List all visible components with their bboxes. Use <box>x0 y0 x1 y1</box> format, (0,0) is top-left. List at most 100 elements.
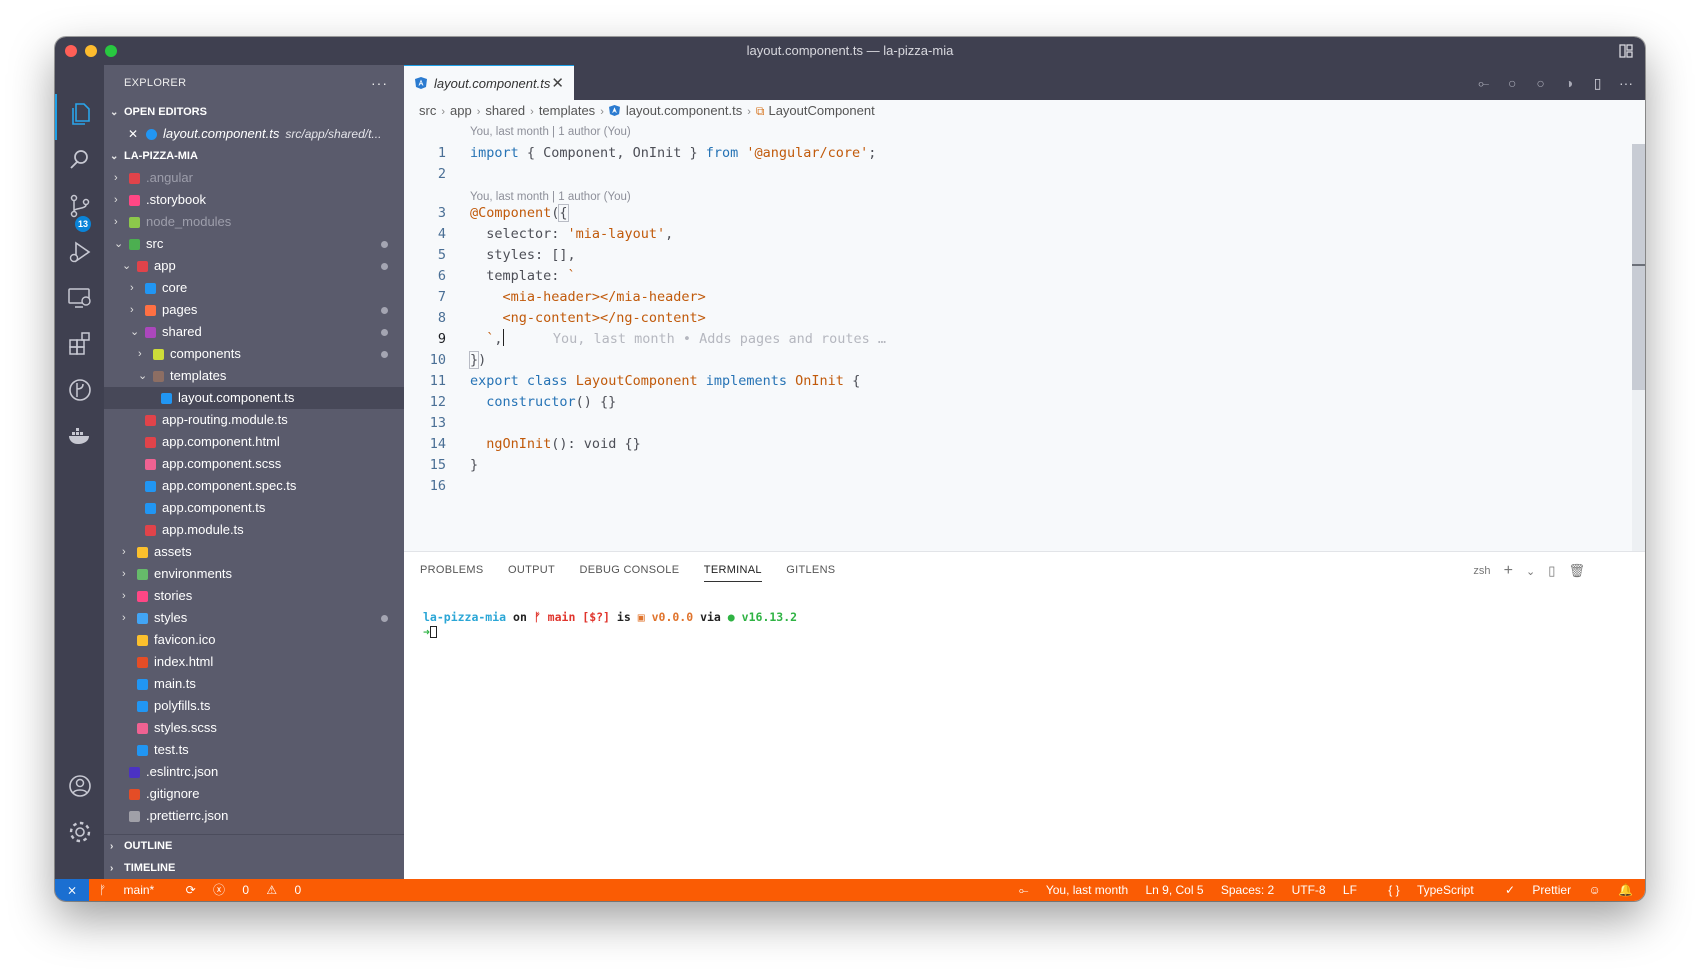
folder-item[interactable]: › environments <box>104 563 404 585</box>
breadcrumb-src[interactable]: src <box>419 103 436 118</box>
file-item[interactable]: polyfills.ts <box>104 695 404 717</box>
branch-status[interactable]: ᚠ main* <box>99 883 168 897</box>
close-icon[interactable]: ✕ <box>128 123 138 145</box>
open-editor-item[interactable]: ✕ layout.component.ts src/app/shared/t... <box>104 123 404 145</box>
inline-blame[interactable]: You, last month • Adds pages and routes … <box>553 331 886 347</box>
blame-status[interactable]: ⟜ You, last month <box>1005 883 1128 897</box>
file-item[interactable]: main.ts <box>104 673 404 695</box>
code-editor[interactable]: You, last month | 1 author (You) 1 import… <box>404 122 1631 497</box>
folder-item[interactable]: › styles <box>104 607 404 629</box>
docker-icon[interactable] <box>67 423 93 449</box>
terminal-output[interactable]: la-pizza-mia on ᚠ main [$?] is ▣ v0.0.0 … <box>423 610 797 640</box>
scrollbar-thumb[interactable] <box>1632 144 1645 390</box>
folder-item[interactable]: › components <box>104 343 404 365</box>
trash-icon[interactable]: 🗑 <box>1568 563 1585 579</box>
file-item[interactable]: layout.component.ts <box>104 387 404 409</box>
remote-indicator-icon[interactable]: ⨯ <box>55 879 89 901</box>
editor-scrollbar[interactable] <box>1632 144 1645 551</box>
breadcrumb-symbol[interactable]: LayoutComponent <box>768 103 874 118</box>
split-editor-icon[interactable]: ▯ <box>1589 74 1607 92</box>
source-control-icon[interactable] <box>67 193 93 219</box>
tree-item-label: .angular <box>146 170 193 185</box>
explorer-icon[interactable] <box>67 101 93 127</box>
tree-item-label: app.component.scss <box>162 456 282 471</box>
sync-icon[interactable]: ⟳ <box>186 883 196 897</box>
file-item[interactable]: app.module.ts <box>104 519 404 541</box>
folder-item[interactable]: › .storybook <box>104 189 404 211</box>
tab-layout-component[interactable]: layout.component.ts ✕ <box>404 65 574 100</box>
indentation-status[interactable]: Spaces: 2 <box>1221 883 1274 897</box>
close-tab-icon[interactable]: ✕ <box>551 66 564 101</box>
status-bar: ⨯ ᚠ main* ⟳ ⓧ 0 ⚠ 0 ⟜ You, last month Ln… <box>55 879 1645 901</box>
folder-item[interactable]: › stories <box>104 585 404 607</box>
notifications-bell-icon[interactable]: 🔔 <box>1618 883 1633 897</box>
gitlens-icon[interactable] <box>67 377 93 403</box>
tab-gitlens[interactable]: GITLENS <box>786 552 835 588</box>
project-section[interactable]: ⌄ LA-PIZZA-MIA <box>104 145 404 167</box>
eol-status[interactable]: LF <box>1343 883 1357 897</box>
accounts-icon[interactable] <box>67 773 93 799</box>
folder-item[interactable]: › .angular <box>104 167 404 189</box>
file-item[interactable]: index.html <box>104 651 404 673</box>
more-actions-icon[interactable]: ··· <box>371 65 388 101</box>
tab-output[interactable]: OUTPUT <box>508 552 555 588</box>
open-editors-section[interactable]: ⌄ OPEN EDITORS <box>104 101 404 123</box>
extensions-icon[interactable] <box>67 331 93 357</box>
problems-status[interactable]: ⓧ 0 ⚠ 0 <box>213 883 315 897</box>
file-item[interactable]: .eslintrc.json <box>104 761 404 783</box>
folder-item[interactable]: › pages <box>104 299 404 321</box>
minimize-window-button[interactable] <box>85 45 97 57</box>
vscode-window: layout.component.ts — la-pizza-mia 13 EX… <box>55 37 1645 901</box>
layout-icon[interactable] <box>1619 44 1633 58</box>
feedback-icon[interactable]: ☺ <box>1588 883 1600 897</box>
new-terminal-icon[interactable]: + <box>1504 562 1513 580</box>
tab-problems[interactable]: PROBLEMS <box>420 552 484 588</box>
breadcrumb-app[interactable]: app <box>450 103 472 118</box>
file-item[interactable]: .prettierrc.json <box>104 805 404 827</box>
previous-change-icon[interactable]: ○ <box>1503 74 1521 92</box>
git-commit-icon[interactable]: ⟜ <box>1475 74 1493 92</box>
breadcrumb-templates[interactable]: templates <box>539 103 595 118</box>
more-actions-icon[interactable]: ··· <box>1617 74 1635 92</box>
file-item[interactable]: favicon.ico <box>104 629 404 651</box>
tab-terminal[interactable]: TERMINAL <box>703 552 762 588</box>
timeline-section[interactable]: › TIMELINE <box>104 857 404 879</box>
folder-item[interactable]: ⌄ templates <box>104 365 404 387</box>
run-debug-icon[interactable] <box>67 239 93 265</box>
tree-item-label: src <box>146 236 164 251</box>
breadcrumb-shared[interactable]: shared <box>485 103 525 118</box>
close-window-button[interactable] <box>65 45 77 57</box>
file-item[interactable]: test.ts <box>104 739 404 761</box>
codelens-authors[interactable]: You, last month | 1 author (You) <box>404 185 1631 203</box>
file-item[interactable]: app-routing.module.ts <box>104 409 404 431</box>
language-mode[interactable]: { } TypeScript <box>1374 883 1473 897</box>
maximize-window-button[interactable] <box>105 45 117 57</box>
remote-explorer-icon[interactable] <box>67 285 93 311</box>
file-item[interactable]: app.component.scss <box>104 453 404 475</box>
search-icon[interactable] <box>67 147 93 173</box>
file-item[interactable]: app.component.spec.ts <box>104 475 404 497</box>
terminal-shell-label[interactable]: zsh <box>1473 565 1490 577</box>
settings-gear-icon[interactable] <box>67 819 93 845</box>
file-item[interactable]: styles.scss <box>104 717 404 739</box>
folder-item[interactable]: ⌄ app <box>104 255 404 277</box>
chevron-down-icon[interactable]: ⌄ <box>1526 565 1535 578</box>
file-item[interactable]: .gitignore <box>104 783 404 805</box>
encoding-status[interactable]: UTF-8 <box>1292 883 1326 897</box>
split-terminal-icon[interactable]: ▯ <box>1548 563 1555 579</box>
gitlens-blame-icon[interactable]: ◑ <box>1560 74 1578 92</box>
folder-item[interactable]: › assets <box>104 541 404 563</box>
next-change-icon[interactable]: ○ <box>1532 74 1550 92</box>
file-item[interactable]: app.component.html <box>104 431 404 453</box>
file-item[interactable]: app.component.ts <box>104 497 404 519</box>
outline-section[interactable]: › OUTLINE <box>104 835 404 857</box>
folder-item[interactable]: › node_modules <box>104 211 404 233</box>
codelens-authors[interactable]: You, last month | 1 author (You) <box>404 122 1631 143</box>
cursor-position[interactable]: Ln 9, Col 5 <box>1145 883 1203 897</box>
prettier-status[interactable]: ✓ Prettier <box>1491 883 1571 897</box>
folder-item[interactable]: ⌄ shared <box>104 321 404 343</box>
folder-item[interactable]: ⌄ src <box>104 233 404 255</box>
folder-item[interactable]: › core <box>104 277 404 299</box>
breadcrumb-file[interactable]: layout.component.ts <box>626 103 742 118</box>
tab-debug-console[interactable]: DEBUG CONSOLE <box>579 552 679 588</box>
